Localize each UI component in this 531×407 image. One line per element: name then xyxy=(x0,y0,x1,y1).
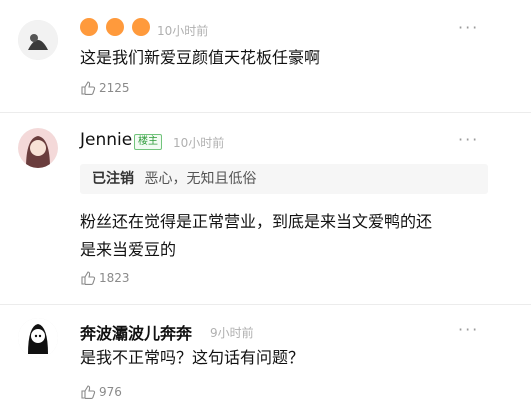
divider xyxy=(0,112,531,113)
quoted-comment[interactable]: 已注销 恶心，无知且低俗 xyxy=(80,164,488,194)
comment-text-line-1: 粉丝还在觉得是正常营业，到底是来当文爱鸭的还 xyxy=(80,212,433,231)
thumbs-up-icon xyxy=(81,385,96,399)
avatar[interactable] xyxy=(18,128,58,168)
more-icon[interactable]: ··· xyxy=(458,130,479,149)
like-count: 1823 xyxy=(99,271,130,285)
op-badge: 楼主 xyxy=(134,134,162,150)
avatar-silhouette-icon xyxy=(18,318,58,358)
thumbs-up-icon xyxy=(81,271,96,285)
more-icon[interactable]: ··· xyxy=(458,18,479,37)
comment-time: 10小时前 xyxy=(157,24,209,38)
emoji-kiss-icon xyxy=(80,18,98,36)
like-button[interactable]: 976 xyxy=(80,384,122,400)
comment-text: 这是我们新爱豆颜值天花板任豪啊 xyxy=(80,48,321,67)
quoted-text: 恶心，无知且低俗 xyxy=(144,171,257,187)
like-count: 976 xyxy=(99,385,122,399)
comment-text-line-2: 是来当爱豆的 xyxy=(80,240,177,259)
like-count: 2125 xyxy=(99,81,130,95)
quoted-author: 已注销 xyxy=(92,171,134,187)
like-button[interactable]: 2125 xyxy=(80,80,130,96)
more-icon[interactable]: ··· xyxy=(458,320,479,339)
emoji-kiss-icon xyxy=(106,18,125,36)
commenter-name[interactable]: Jennie xyxy=(80,130,132,150)
emoji-kiss-icon xyxy=(132,18,151,36)
avatar[interactable] xyxy=(18,318,58,358)
avatar-portrait-icon xyxy=(18,128,58,168)
like-button[interactable]: 1823 xyxy=(80,270,130,286)
avatar[interactable] xyxy=(18,20,58,60)
commenter-name[interactable]: 😘😘😘 xyxy=(80,18,153,40)
comment-text: 是我不正常吗？这句话有问题？ xyxy=(80,348,305,367)
commenter-name[interactable]: 奔波灞波儿奔奔 xyxy=(80,320,192,344)
divider xyxy=(0,304,531,305)
thumbs-up-icon xyxy=(81,81,96,95)
avatar-illustration-icon xyxy=(18,20,58,60)
comment-time: 10小时前 xyxy=(173,136,225,150)
comment-time: 9小时前 xyxy=(210,326,254,340)
